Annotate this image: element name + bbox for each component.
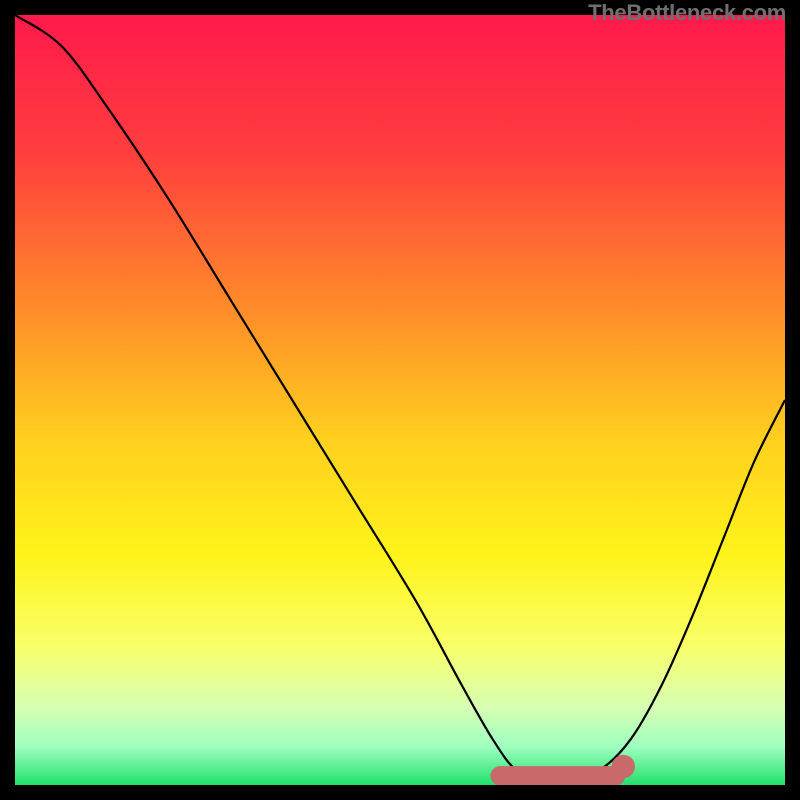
plot-area xyxy=(15,15,785,785)
watermark-text: TheBottleneck.com xyxy=(588,0,786,26)
chart-canvas xyxy=(15,15,785,785)
chart-frame: TheBottleneck.com xyxy=(0,0,800,800)
